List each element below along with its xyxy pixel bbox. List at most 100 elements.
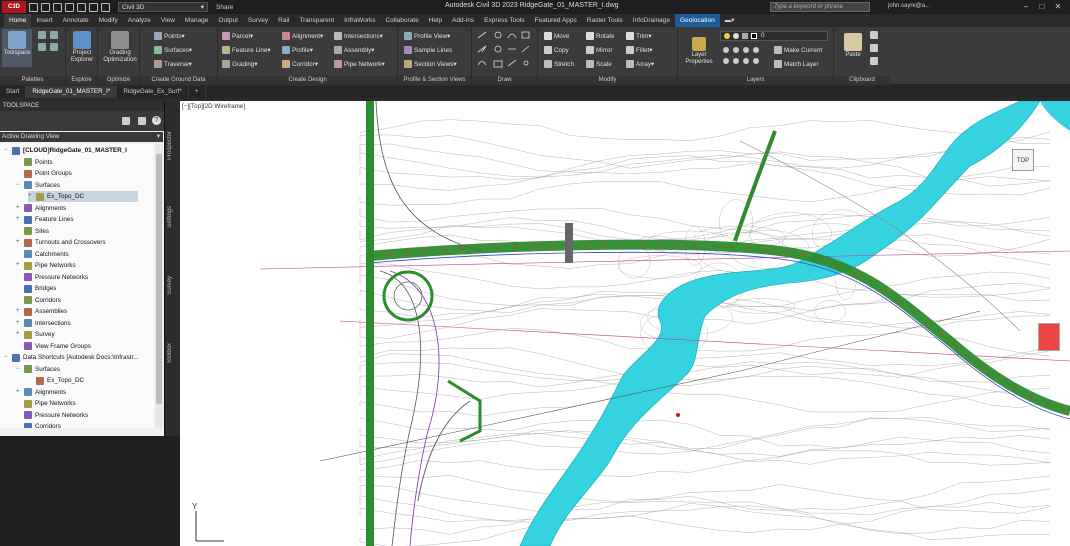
- surfaces-button[interactable]: Surfaces ▾: [154, 45, 192, 55]
- user-account[interactable]: john.sayre@a...: [888, 3, 930, 9]
- palette-icon[interactable]: [38, 43, 46, 51]
- panel-title[interactable]: Palettes: [0, 76, 65, 85]
- tree-item[interactable]: + Intersections: [16, 318, 71, 329]
- scale-button[interactable]: Scale: [586, 59, 612, 69]
- palette-icon[interactable]: [38, 31, 46, 39]
- tab-infodrainage[interactable]: InfoDrainage: [628, 14, 675, 27]
- layer-properties-button[interactable]: Layer Properties: [682, 35, 716, 66]
- tab-view[interactable]: View: [156, 14, 180, 27]
- collapse-icon[interactable]: −: [4, 145, 10, 156]
- pipe-network-button[interactable]: Pipe Network ▾: [334, 59, 385, 69]
- tree-item[interactable]: Point Groups: [16, 168, 72, 179]
- intersections-button[interactable]: Intersections ▾: [334, 31, 383, 41]
- tab-modify[interactable]: Modify: [94, 14, 123, 27]
- copy-button[interactable]: Copy: [544, 45, 569, 55]
- expand-icon[interactable]: +: [16, 387, 22, 398]
- viewport-controls[interactable]: [−][Top][2D Wireframe]: [182, 103, 245, 110]
- tab-raster-tools[interactable]: Raster Tools: [582, 14, 628, 27]
- tree-item[interactable]: − Surfaces: [16, 180, 60, 191]
- tab-settings[interactable]: Settings: [167, 206, 173, 228]
- tree-item[interactable]: Pipe Networks: [16, 398, 76, 409]
- sample-lines-button[interactable]: Sample Lines: [404, 45, 452, 55]
- expand-icon[interactable]: +: [16, 203, 22, 214]
- civil3d-logo-icon[interactable]: C3D: [2, 1, 26, 13]
- undo-icon[interactable]: [89, 2, 98, 12]
- panel-title[interactable]: Create Design: [218, 76, 397, 85]
- tree-item[interactable]: Catchments: [16, 249, 69, 260]
- tab-analyze[interactable]: Analyze: [123, 14, 156, 27]
- share-button[interactable]: Share: [216, 4, 233, 11]
- paste-button[interactable]: Paste: [838, 31, 868, 59]
- tree-item[interactable]: + Alignments: [16, 387, 66, 398]
- traverse-button[interactable]: Traverse ▾: [154, 59, 192, 69]
- tree-item[interactable]: − Data Shortcuts [Autodesk Docs:\Infrastr…: [4, 352, 139, 363]
- close-icon[interactable]: ✕: [1052, 2, 1064, 12]
- stretch-button[interactable]: Stretch: [544, 59, 574, 69]
- tree-item[interactable]: View Frame Groups: [16, 341, 91, 352]
- tree-item[interactable]: Points: [16, 157, 53, 168]
- layer-tools-grid[interactable]: [722, 45, 770, 67]
- redo-icon[interactable]: [101, 2, 110, 12]
- drawing-canvas[interactable]: [−][Top][2D Wireframe] TOP Y: [180, 101, 1070, 546]
- tree-item[interactable]: + Ex_Topo_DC: [28, 191, 138, 202]
- expand-icon[interactable]: +: [16, 306, 22, 317]
- list-view-icon[interactable]: [138, 117, 146, 125]
- tree-item[interactable]: Corridors: [16, 421, 61, 428]
- tree-item[interactable]: Sites: [16, 226, 49, 237]
- workspace-select[interactable]: Civil 3D ▾: [118, 2, 208, 12]
- search-input[interactable]: Type a keyword or phrase: [770, 2, 870, 12]
- save-as-icon[interactable]: [65, 2, 74, 12]
- section-views-button[interactable]: Section Views ▾: [404, 59, 457, 69]
- assembly-button[interactable]: Assembly ▾: [334, 45, 374, 55]
- tab-manage[interactable]: Manage: [180, 14, 214, 27]
- profile-view-button[interactable]: Profile View ▾: [404, 31, 450, 41]
- ribbon-options-icon[interactable]: ▬▾: [720, 14, 740, 27]
- points-button[interactable]: Points ▾: [154, 31, 185, 41]
- expand-icon[interactable]: +: [16, 237, 22, 248]
- maximize-icon[interactable]: □: [1036, 2, 1048, 12]
- cut-icon[interactable]: [870, 31, 878, 39]
- toolspace-button[interactable]: Toolspace: [2, 29, 32, 67]
- doc-tab-0[interactable]: Start: [0, 86, 27, 98]
- tree-item[interactable]: Pressure Networks: [16, 272, 88, 283]
- tree-item[interactable]: + Turnouts and Crossovers: [16, 237, 105, 248]
- tab-toolbox[interactable]: Toolbox: [167, 343, 173, 364]
- tab-geolocation[interactable]: Geolocation: [675, 14, 720, 27]
- expand-icon[interactable]: +: [16, 214, 22, 225]
- tree-item[interactable]: + Pipe Networks: [16, 260, 76, 271]
- tree-item[interactable]: Bridges: [16, 283, 56, 294]
- expand-icon[interactable]: +: [16, 329, 22, 340]
- navigation-bar[interactable]: [1038, 323, 1060, 351]
- tree-item[interactable]: Pressure Networks: [16, 410, 88, 421]
- palette-icon[interactable]: [50, 43, 58, 51]
- toolspace-view-select[interactable]: Active Drawing View ▾: [0, 132, 163, 142]
- collapse-icon[interactable]: −: [16, 364, 22, 375]
- new-tab-icon[interactable]: +: [189, 86, 206, 98]
- tab-home[interactable]: Home: [4, 14, 32, 27]
- tab-prospector[interactable]: Prospector: [167, 131, 173, 160]
- tree-item[interactable]: + Alignments: [16, 203, 66, 214]
- make-current-button[interactable]: Make Current: [774, 45, 822, 55]
- feature-line-button[interactable]: Feature Line ▾: [222, 45, 271, 55]
- tab-collaborate[interactable]: Collaborate: [380, 14, 423, 27]
- profile-button[interactable]: Profile ▾: [282, 45, 313, 55]
- tab-rail[interactable]: Rail: [273, 14, 294, 27]
- match-properties-icon[interactable]: [870, 57, 878, 65]
- expand-icon[interactable]: +: [28, 191, 34, 202]
- tab-annotate[interactable]: Annotate: [58, 14, 94, 27]
- tab-output[interactable]: Output: [213, 14, 243, 27]
- panel-title[interactable]: Layers: [678, 76, 833, 85]
- tab-insert[interactable]: Insert: [31, 14, 57, 27]
- collapse-icon[interactable]: −: [16, 180, 22, 191]
- save-icon[interactable]: [53, 2, 62, 12]
- grading-optimization-button[interactable]: Grading Optimization: [102, 29, 138, 64]
- tree-item[interactable]: Corridors: [16, 295, 61, 306]
- parcel-button[interactable]: Parcel ▾: [222, 31, 253, 41]
- layer-select[interactable]: 0: [720, 31, 828, 41]
- panel-title[interactable]: Draw: [472, 76, 537, 85]
- rotate-button[interactable]: Rotate: [586, 31, 615, 41]
- tree-scrollbar[interactable]: [155, 144, 163, 428]
- tree-item[interactable]: − [CLOUD]RidgeGate_01_MASTER_I: [4, 145, 127, 156]
- plot-icon[interactable]: [77, 2, 86, 12]
- array-button[interactable]: Array ▾: [626, 59, 654, 69]
